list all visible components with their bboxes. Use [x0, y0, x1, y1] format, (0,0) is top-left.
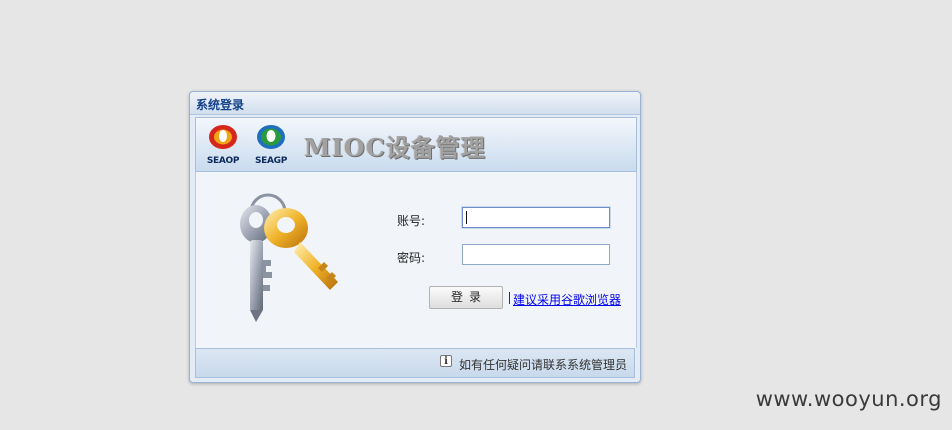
- banner: SEAOP SEAGP MIOC设备管理: [195, 117, 637, 172]
- login-form-area: 账号: 密码: 登录 建议采用谷歌浏览器: [195, 172, 637, 348]
- text-caret: [466, 211, 467, 224]
- link-divider: [509, 292, 510, 304]
- browser-recommendation-link[interactable]: 建议采用谷歌浏览器: [513, 291, 621, 308]
- info-icon: i: [440, 355, 452, 367]
- seagp-logo-caption: SEAGP: [254, 156, 288, 166]
- window-title: 系统登录: [196, 98, 245, 112]
- footer-message: 如有任何疑问请联系系统管理员: [459, 358, 628, 372]
- login-button[interactable]: 登录: [429, 286, 503, 309]
- seagp-logo-icon: SEAGP: [248, 122, 294, 166]
- title-bar: 系统登录: [190, 92, 640, 115]
- brand-title: MIOC设备管理: [304, 133, 486, 162]
- password-input[interactable]: [462, 244, 610, 265]
- keys-icon: [240, 193, 338, 322]
- seaop-logo-caption: SEAOP: [206, 156, 240, 166]
- footer-bar: i 如有任何疑问请联系系统管理员: [195, 348, 635, 378]
- account-label: 账号:: [397, 214, 426, 228]
- login-window: 系统登录 SEAOP SEAGP MIOC设备管理 账号: 密码: 登录 建议采…: [189, 91, 641, 383]
- account-input[interactable]: [462, 207, 610, 228]
- password-label: 密码:: [397, 251, 426, 265]
- watermark: www.wooyun.org: [755, 387, 942, 411]
- seaop-logo-icon: SEAOP: [200, 122, 246, 166]
